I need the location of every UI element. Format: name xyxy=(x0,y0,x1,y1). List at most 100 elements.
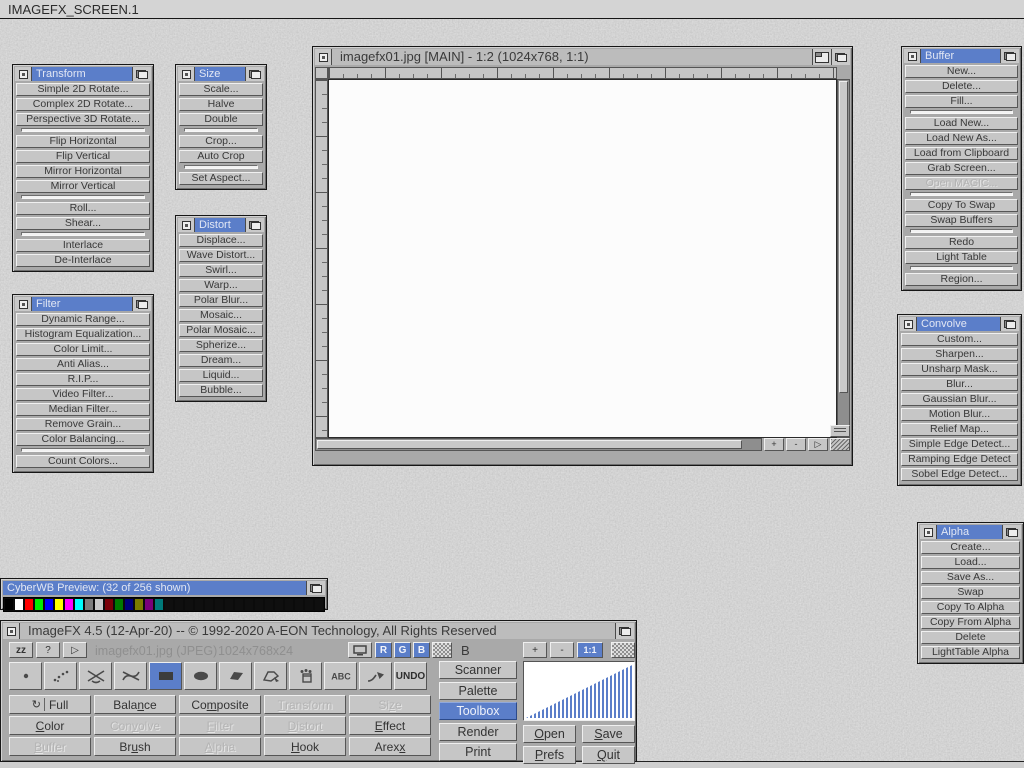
point-tool-icon[interactable] xyxy=(9,662,42,690)
zoom-in-button[interactable]: + xyxy=(764,438,784,451)
transform-mirror-horizontal-button[interactable]: Mirror Horizontal xyxy=(16,165,150,178)
transform-mirror-vertical-button[interactable]: Mirror Vertical xyxy=(16,180,150,193)
vertical-scroll-thumb[interactable] xyxy=(839,81,848,393)
alpha-copy-to-alpha-button[interactable]: Copy To Alpha xyxy=(921,601,1020,614)
size-crop-button[interactable]: Crop... xyxy=(179,135,263,148)
distort-swirl-button[interactable]: Swirl... xyxy=(179,264,263,277)
buffer-titlebar[interactable]: Buffer xyxy=(904,49,1019,63)
size-scale-button[interactable]: Scale... xyxy=(179,83,263,96)
size-auto-crop-button[interactable]: Auto Crop xyxy=(179,150,263,163)
panel-print-button[interactable]: Print xyxy=(439,743,517,761)
distort-liquid-button[interactable]: Liquid... xyxy=(179,369,263,382)
resize-diagonal-icon[interactable] xyxy=(830,438,850,451)
convolve-custom-button[interactable]: Custom... xyxy=(901,333,1018,346)
buffer-delete-button[interactable]: Delete... xyxy=(905,80,1018,93)
alpha-lighttable-alpha-button[interactable]: LightTable Alpha xyxy=(921,646,1020,659)
convolve-ramping-edge-detect-button[interactable]: Ramping Edge Detect xyxy=(901,453,1018,466)
monitor-icon[interactable] xyxy=(348,642,372,658)
transform-de-interlace-button[interactable]: De-Interlace xyxy=(16,254,150,267)
vertical-scrollbar[interactable] xyxy=(837,79,850,438)
distort-wave-distort-button[interactable]: Wave Distort... xyxy=(179,249,263,262)
depth-gadget-icon[interactable] xyxy=(245,67,264,81)
convolve-gaussian-blur-button[interactable]: Gaussian Blur... xyxy=(901,393,1018,406)
size-halve-button[interactable]: Halve xyxy=(179,98,263,111)
filter-video-filter-button[interactable]: Video Filter... xyxy=(16,388,150,401)
polygon-tool-icon[interactable] xyxy=(219,662,252,690)
transform-interlace-button[interactable]: Interlace xyxy=(16,239,150,252)
depth-gadget-icon[interactable] xyxy=(306,581,325,595)
depth-gadget-icon[interactable] xyxy=(132,67,151,81)
distort-warp-button[interactable]: Warp... xyxy=(179,279,263,292)
transform-flip-vertical-button[interactable]: Flip Vertical xyxy=(16,150,150,163)
play-icon[interactable]: ▷ xyxy=(63,642,87,658)
image-canvas[interactable] xyxy=(328,79,837,438)
transform-flip-horizontal-button[interactable]: Flip Horizontal xyxy=(16,135,150,148)
category-balance-button[interactable]: Balance xyxy=(94,695,176,714)
palette-swatch[interactable] xyxy=(135,599,143,610)
palette-swatch[interactable] xyxy=(125,599,133,610)
line-tool-icon[interactable] xyxy=(79,662,112,690)
close-icon[interactable] xyxy=(178,67,195,81)
palette-swatch[interactable] xyxy=(255,599,263,610)
panel-lines-icon[interactable] xyxy=(830,425,850,437)
toolbox-titlebar[interactable]: ImageFX 4.5 (12-Apr-20) -- © 1992-2020 A… xyxy=(3,623,634,639)
depth-gadget-icon[interactable] xyxy=(132,297,151,311)
transform-complex-2d-rotate-button[interactable]: Complex 2D Rotate... xyxy=(16,98,150,111)
depth-gadget-icon[interactable] xyxy=(1000,317,1019,331)
transform-shear-button[interactable]: Shear... xyxy=(16,217,150,230)
alpha-load-button[interactable]: Load... xyxy=(921,556,1020,569)
depth-gadget-icon[interactable] xyxy=(1000,49,1019,63)
palette-swatch[interactable] xyxy=(225,599,233,610)
palette-swatch[interactable] xyxy=(165,599,173,610)
depth-gadget-icon[interactable] xyxy=(1002,525,1021,539)
arrow-right-icon[interactable]: ▷ xyxy=(808,438,828,451)
category-effect-button[interactable]: Effect xyxy=(349,716,431,735)
airbrush-tool-icon[interactable] xyxy=(44,662,77,690)
filter-r-i-p-button[interactable]: R.I.P... xyxy=(16,373,150,386)
buffer-redo-button[interactable]: Redo xyxy=(905,236,1018,249)
help-button[interactable]: ? xyxy=(36,642,60,658)
close-icon[interactable] xyxy=(920,525,937,539)
palette-swatch[interactable] xyxy=(265,599,273,610)
panel-palette-button[interactable]: Palette xyxy=(439,682,517,700)
filter-histogram-equalization-button[interactable]: Histogram Equalization... xyxy=(16,328,150,341)
undo-button[interactable]: UNDO xyxy=(394,662,427,690)
channel-r-button[interactable]: R xyxy=(375,642,392,658)
close-icon[interactable] xyxy=(15,67,32,81)
buffer-load-from-clipboard-button[interactable]: Load from Clipboard xyxy=(905,147,1018,160)
category-full-button[interactable]: ↻Full xyxy=(9,695,91,714)
buffer-light-table-button[interactable]: Light Table xyxy=(905,251,1018,264)
palette-swatch[interactable] xyxy=(245,599,253,610)
transform-simple-2d-rotate-button[interactable]: Simple 2D Rotate... xyxy=(16,83,150,96)
horizontal-scrollbar[interactable] xyxy=(315,438,762,451)
palette-swatch[interactable] xyxy=(175,599,183,610)
screen-title-bar[interactable]: IMAGEFX_SCREEN.1 xyxy=(0,0,1024,19)
open-button[interactable]: Open xyxy=(523,725,576,743)
panel-toolbox-button[interactable]: Toolbox xyxy=(439,702,517,720)
convolve-simple-edge-detect-button[interactable]: Simple Edge Detect... xyxy=(901,438,1018,451)
alpha-copy-from-alpha-button[interactable]: Copy From Alpha xyxy=(921,616,1020,629)
palette-swatch[interactable] xyxy=(285,599,293,610)
palette-swatch[interactable] xyxy=(95,599,103,610)
smear-tool-icon[interactable] xyxy=(359,662,392,690)
category-composite-button[interactable]: Composite xyxy=(179,695,261,714)
palette-swatch[interactable] xyxy=(145,599,153,610)
convolve-sobel-edge-detect-button[interactable]: Sobel Edge Detect... xyxy=(901,468,1018,481)
palette-swatch[interactable] xyxy=(195,599,203,610)
zoom-in-button[interactable]: + xyxy=(523,642,547,658)
text-tool-icon[interactable]: ABC xyxy=(324,662,357,690)
alpha-create-button[interactable]: Create... xyxy=(921,541,1020,554)
size-double-button[interactable]: Double xyxy=(179,113,263,126)
close-icon[interactable] xyxy=(315,49,332,65)
filter-color-balancing-button[interactable]: Color Balancing... xyxy=(16,433,150,446)
sleep-button[interactable]: zz xyxy=(9,642,33,658)
close-icon[interactable] xyxy=(3,623,20,639)
alpha-swap-button[interactable]: Swap xyxy=(921,586,1020,599)
palette-swatch[interactable] xyxy=(275,599,283,610)
zoom-ratio-button[interactable]: 1:1 xyxy=(577,642,603,658)
zoom-out-button[interactable]: - xyxy=(786,438,806,451)
close-icon[interactable] xyxy=(904,49,921,63)
palette-swatch[interactable] xyxy=(155,599,163,610)
filter-remove-grain-button[interactable]: Remove Grain... xyxy=(16,418,150,431)
palette-swatch[interactable] xyxy=(55,599,63,610)
